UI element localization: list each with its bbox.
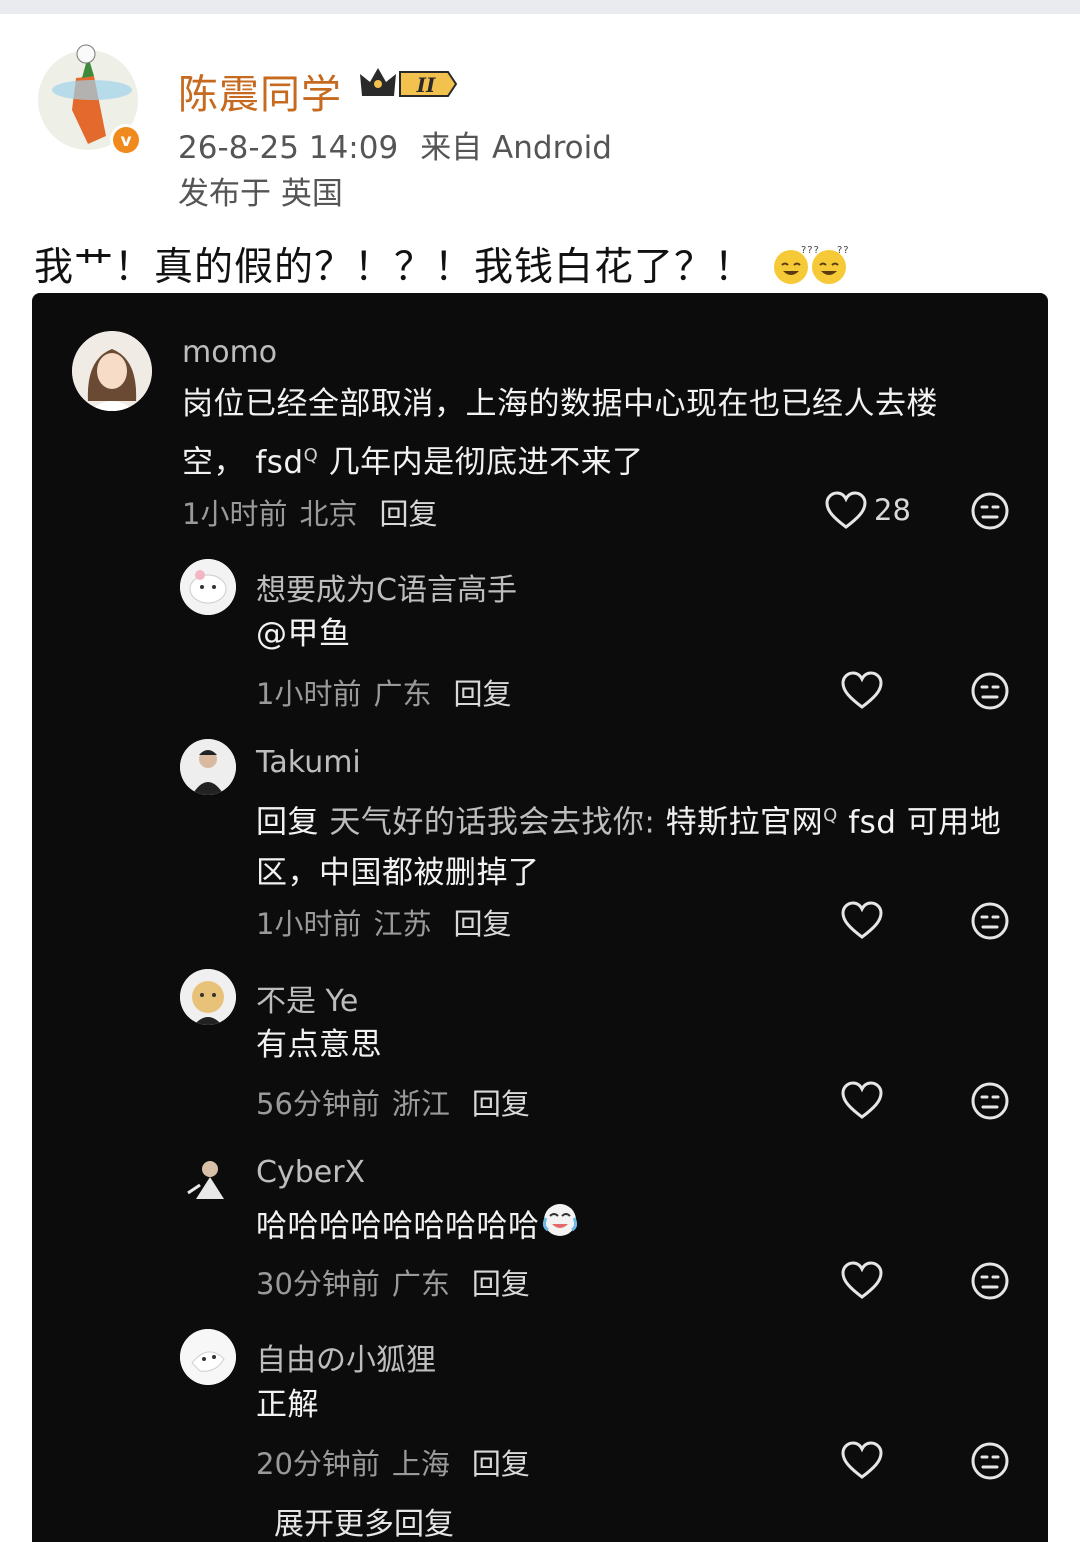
- comment-text: 岗位已经全部取消，上海的数据中心现在也已经人去楼 空， fsdQ 几年内是彻底进…: [182, 379, 982, 488]
- reply-button[interactable]: 回复: [453, 677, 511, 711]
- comment-text-line2: 空， fsdQ 几年内是彻底进不来了: [182, 430, 982, 488]
- reply-time: 1小时前: [256, 907, 362, 941]
- reply-time: 20分钟前: [256, 1447, 380, 1481]
- comment-meta: 1小时前 北京 回复: [182, 491, 437, 533]
- heart-icon[interactable]: [840, 1261, 884, 1301]
- reply-target[interactable]: 天气好的话我会去找你:: [329, 804, 655, 840]
- post-time: 26-8-25 14:09: [178, 130, 399, 166]
- search-superscript-icon: Q: [303, 445, 319, 466]
- reply-meta: 56分钟前 浙江 回复: [256, 1081, 530, 1123]
- avatar[interactable]: [180, 1149, 236, 1205]
- reply-text: @甲鱼: [256, 616, 351, 652]
- meh-face-icon[interactable]: [970, 671, 1010, 711]
- reply-meta: 1小时前 江苏 回复: [256, 901, 511, 943]
- post-text-content: 我艹！真的假的？！？！我钱白花了？！: [34, 245, 755, 290]
- reply-user[interactable]: 自由の小狐狸: [256, 1335, 436, 1379]
- reply-meta: 30分钟前 广东 回复: [256, 1261, 530, 1303]
- sweat-smile-emoji: ??? ??: [771, 243, 851, 297]
- fsd-link[interactable]: fsd: [255, 444, 303, 480]
- reply-time: 30分钟前: [256, 1267, 380, 1301]
- meh-face-icon[interactable]: [970, 491, 1010, 531]
- reply-user[interactable]: 想要成为C语言高手: [256, 565, 517, 609]
- meh-face-icon[interactable]: [970, 901, 1010, 941]
- comment-screenshot-card: momo 岗位已经全部取消，上海的数据中心现在也已经人去楼 空， fsdQ 几年…: [32, 293, 1048, 1542]
- meh-face-icon[interactable]: [970, 1441, 1010, 1481]
- crown-badge-icon[interactable]: II: [356, 62, 460, 106]
- reply-text-content: 哈哈哈哈哈哈哈哈哈: [256, 1208, 540, 1245]
- reply-text-line2: 区，中国都被删掉了: [256, 855, 540, 892]
- heart-icon[interactable]: [824, 491, 868, 531]
- reply-button[interactable]: 回复: [472, 1267, 530, 1301]
- comment-text-part: 空，: [182, 444, 245, 481]
- comment-text-part: 几年内是彻底进不来了: [328, 444, 644, 481]
- reply-location: 广东: [373, 677, 432, 711]
- reply-button[interactable]: 回复: [379, 497, 437, 531]
- meh-face-icon[interactable]: [970, 1081, 1010, 1121]
- reply-user[interactable]: Takumi: [256, 745, 361, 780]
- avatar[interactable]: [180, 969, 236, 1025]
- reply-text-line1: 回复 天气好的话我会去找你: 特斯拉官网Q fsd 可用地: [256, 790, 1036, 848]
- post-header: v 陈震同学 II 26-8-25 14:09 来自 Android 发布于 英国: [36, 40, 1036, 212]
- comment-time: 1小时前: [182, 497, 288, 531]
- avatar[interactable]: [180, 559, 236, 615]
- expand-more-replies[interactable]: 展开更多回复: [274, 1499, 454, 1542]
- reply-time: 1小时前: [256, 677, 362, 711]
- reply-meta: 1小时前 广东 回复: [256, 671, 511, 713]
- reply-location: 江苏: [373, 907, 432, 941]
- reply-user[interactable]: CyberX: [256, 1155, 365, 1190]
- comment-text-line1: 岗位已经全部取消，上海的数据中心现在也已经人去楼: [182, 386, 938, 422]
- author-name[interactable]: 陈震同学: [178, 62, 342, 120]
- reply-button[interactable]: 回复: [472, 1087, 530, 1121]
- heart-icon[interactable]: [840, 1441, 884, 1481]
- reply-text: 回复 天气好的话我会去找你: 特斯拉官网Q fsd 可用地 区，中国都被删掉了: [256, 790, 1036, 899]
- svg-text:II: II: [416, 73, 436, 97]
- svg-text:??: ??: [837, 245, 850, 256]
- comment-user[interactable]: momo: [182, 335, 277, 370]
- reply-location: 浙江: [391, 1087, 450, 1121]
- heart-icon[interactable]: [840, 1081, 884, 1121]
- reply-location: 上海: [391, 1447, 450, 1481]
- reply-text: 有点意思: [256, 1027, 382, 1063]
- reply-meta: 20分钟前 上海 回复: [256, 1441, 530, 1483]
- reply-button[interactable]: 回复: [472, 1447, 530, 1481]
- avatar[interactable]: [72, 331, 152, 411]
- reply-text-part: fsd 可用地: [848, 804, 1002, 841]
- post-source: 来自 Android: [420, 130, 612, 166]
- avatar[interactable]: [180, 1329, 236, 1385]
- post-text: 我艹！真的假的？！？！我钱白花了？！ ??? ??: [34, 236, 851, 297]
- reply-time: 56分钟前: [256, 1087, 380, 1121]
- avatar[interactable]: [180, 739, 236, 795]
- post-meta: 26-8-25 14:09 来自 Android: [178, 122, 634, 167]
- reply-prefix: 回复: [256, 804, 319, 841]
- reply-button[interactable]: 回复: [453, 907, 511, 941]
- author-avatar[interactable]: v: [36, 40, 144, 158]
- search-superscript-icon: Q: [823, 805, 838, 826]
- reply-location: 广东: [391, 1267, 450, 1301]
- status-bar-strip: [0, 0, 1080, 14]
- reply-text: 正解: [256, 1387, 319, 1423]
- svg-text:???: ???: [801, 245, 820, 256]
- like-count: 28: [874, 493, 911, 527]
- reply-text: 哈哈哈哈哈哈哈哈哈: [256, 1200, 580, 1256]
- svg-text:v: v: [120, 131, 131, 151]
- crying-laugh-emoji: [540, 1200, 580, 1256]
- comment-location: 北京: [299, 497, 358, 531]
- heart-icon[interactable]: [840, 901, 884, 941]
- meh-face-icon[interactable]: [970, 1261, 1010, 1301]
- reply-user[interactable]: 不是 Ye: [256, 976, 358, 1020]
- post-location: 发布于 英国: [178, 176, 343, 212]
- tesla-link[interactable]: 特斯拉官网: [666, 804, 824, 840]
- heart-icon[interactable]: [840, 671, 884, 711]
